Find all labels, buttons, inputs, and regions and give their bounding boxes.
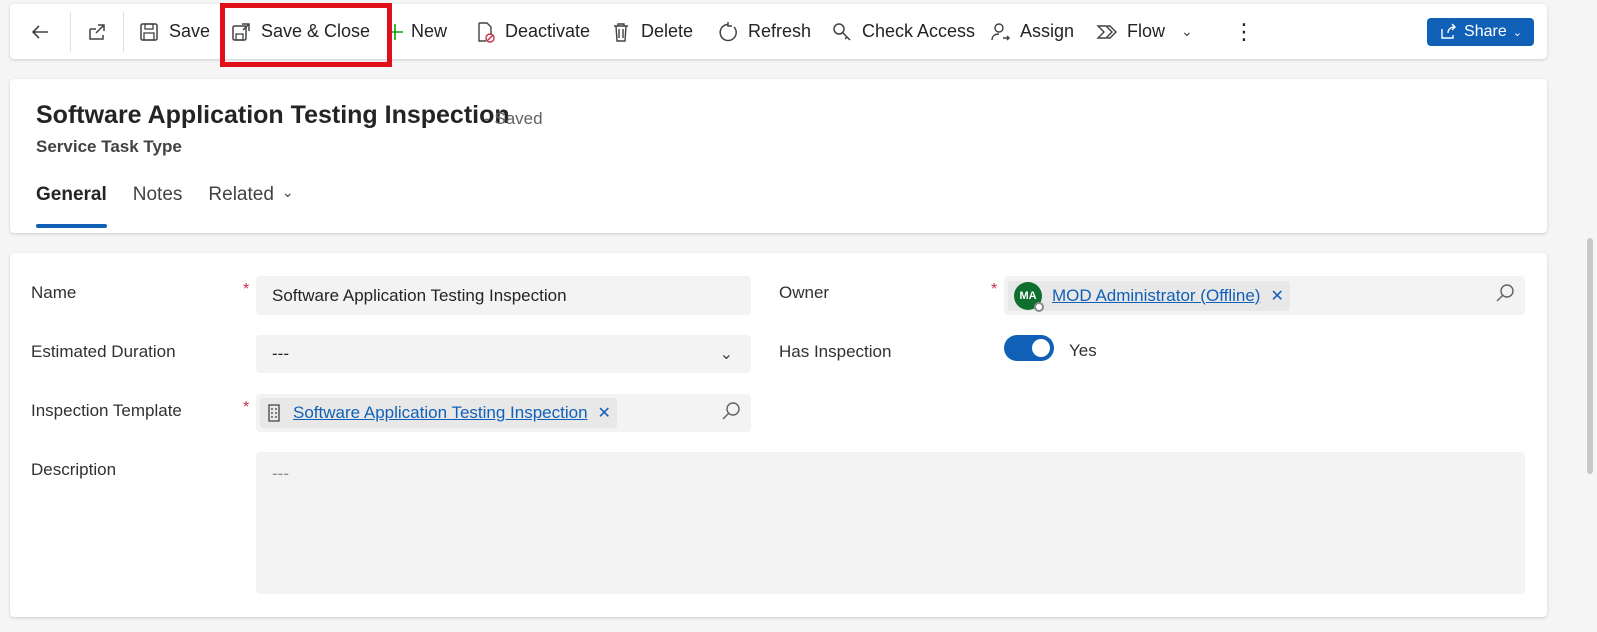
- inspection-template-lookup[interactable]: Software Application Testing Inspection …: [256, 394, 751, 432]
- presence-offline-icon: [1034, 301, 1044, 312]
- record-header: Software Application Testing Inspection …: [10, 79, 1547, 233]
- back-arrow-icon: [29, 21, 51, 43]
- trash-icon: [610, 21, 632, 43]
- remove-icon[interactable]: ✕: [598, 403, 611, 423]
- required-marker: *: [991, 281, 998, 298]
- flow-button[interactable]: Flow ⌄: [1096, 4, 1224, 59]
- new-label: New: [411, 21, 448, 41]
- deactivate-label: Deactivate: [505, 21, 591, 41]
- owner-lookup[interactable]: MA MOD Administrator (Offline) ✕: [1004, 276, 1525, 315]
- tab-related[interactable]: Related ⌄: [208, 184, 293, 228]
- name-field[interactable]: Software Application Testing Inspection: [256, 276, 751, 315]
- share-icon: [1441, 23, 1457, 39]
- key-search-icon: [831, 21, 853, 43]
- person-assign-icon: [989, 21, 1011, 43]
- entity-name: Service Task Type: [36, 137, 182, 156]
- description-textarea[interactable]: ---: [256, 452, 1525, 594]
- estimated-duration-label: Estimated Duration: [31, 342, 176, 361]
- delete-label: Delete: [641, 21, 694, 41]
- chevron-down-icon: ⌄: [1181, 23, 1193, 39]
- chevron-down-icon: ⌄: [719, 346, 733, 363]
- inspection-template-link[interactable]: Software Application Testing Inspection: [293, 403, 588, 423]
- tab-general[interactable]: General: [36, 184, 107, 228]
- share-button[interactable]: Share ⌄: [1427, 18, 1534, 46]
- refresh-label: Refresh: [748, 21, 812, 41]
- document-list-icon: [266, 404, 284, 422]
- divider: [123, 11, 124, 52]
- name-value: Software Application Testing Inspection: [272, 285, 567, 305]
- estimated-duration-value: ---: [272, 344, 289, 363]
- chevron-down-icon: ⌄: [1512, 26, 1522, 39]
- page-title: Software Application Testing Inspection: [36, 101, 510, 129]
- estimated-duration-select[interactable]: --- ⌄: [256, 335, 751, 373]
- refresh-icon: [717, 21, 739, 43]
- assign-button[interactable]: Assign: [989, 4, 1096, 59]
- refresh-button[interactable]: Refresh: [717, 4, 831, 59]
- assign-label: Assign: [1020, 21, 1075, 41]
- deactivate-icon: [474, 21, 496, 43]
- owner-label: Owner: [779, 283, 830, 302]
- flow-label: Flow: [1127, 21, 1166, 41]
- inspection-template-label: Inspection Template: [31, 401, 182, 420]
- search-icon[interactable]: [1495, 283, 1515, 308]
- check-access-button[interactable]: Check Access: [831, 4, 989, 59]
- lookup-tag: MA MOD Administrator (Offline) ✕: [1008, 280, 1290, 312]
- toggle-knob: [1032, 339, 1050, 357]
- open-new-window-icon: [86, 21, 108, 43]
- tab-list: General Notes Related ⌄: [36, 184, 320, 228]
- required-marker: *: [243, 399, 250, 416]
- tab-notes[interactable]: Notes: [133, 184, 183, 228]
- description-placeholder: ---: [272, 464, 289, 483]
- lookup-tag: Software Application Testing Inspection …: [260, 398, 617, 428]
- more-commands-button[interactable]: ⋮: [1224, 4, 1264, 59]
- description-label: Description: [31, 460, 117, 479]
- back-button[interactable]: [10, 4, 70, 59]
- general-form-section: Name * Software Application Testing Insp…: [10, 253, 1547, 617]
- popout-button[interactable]: [71, 4, 123, 59]
- has-inspection-toggle[interactable]: [1004, 335, 1054, 361]
- owner-link[interactable]: MOD Administrator (Offline): [1052, 286, 1260, 306]
- avatar: MA: [1014, 281, 1044, 312]
- search-icon[interactable]: [721, 401, 741, 426]
- name-label: Name: [31, 283, 77, 302]
- delete-button[interactable]: Delete: [610, 4, 717, 59]
- highlight-box: [220, 3, 392, 67]
- check-access-label: Check Access: [862, 21, 976, 41]
- save-icon: [138, 21, 160, 43]
- scrollbar[interactable]: [1587, 238, 1593, 474]
- chevron-down-icon: ⌄: [281, 184, 294, 200]
- new-button[interactable]: New: [384, 4, 474, 59]
- required-marker: *: [243, 281, 250, 298]
- has-inspection-value: Yes: [1069, 341, 1097, 360]
- save-button[interactable]: Save: [138, 4, 224, 59]
- remove-icon[interactable]: ✕: [1270, 286, 1283, 306]
- has-inspection-label: Has Inspection: [779, 342, 892, 361]
- more-vertical-icon: ⋮: [1233, 18, 1255, 44]
- flow-icon: [1096, 21, 1118, 43]
- save-status: - Saved: [484, 109, 543, 128]
- share-label: Share: [1464, 23, 1507, 40]
- deactivate-button[interactable]: Deactivate: [474, 4, 610, 59]
- save-label: Save: [169, 21, 211, 41]
